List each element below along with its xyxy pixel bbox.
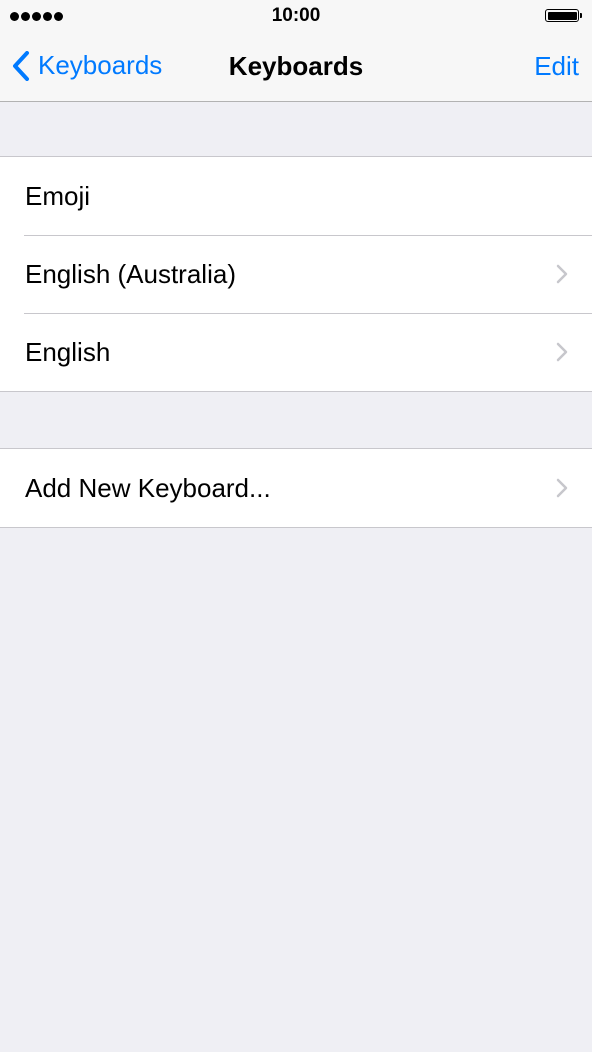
edit-button[interactable]: Edit — [534, 51, 579, 82]
keyboard-label: Emoji — [25, 181, 91, 211]
keyboards-list: Emoji English (Australia) English — [0, 156, 592, 392]
chevron-right-icon — [556, 264, 568, 284]
keyboard-row-emoji[interactable]: Emoji — [0, 157, 592, 235]
keyboard-row-english-australia[interactable]: English (Australia) — [0, 235, 592, 313]
status-bar: 10:00 — [0, 0, 592, 34]
chevron-right-icon — [556, 478, 568, 498]
navigation-bar: Keyboards Keyboards Edit — [0, 34, 592, 102]
chevron-right-icon — [556, 342, 568, 362]
add-keyboard-group: Add New Keyboard... — [0, 448, 592, 528]
status-time: 10:00 — [271, 5, 321, 26]
keyboard-row-english[interactable]: English — [0, 313, 592, 391]
keyboard-label: English (Australia) — [25, 259, 236, 289]
add-new-keyboard-row[interactable]: Add New Keyboard... — [0, 449, 592, 527]
battery-full-icon — [545, 9, 582, 22]
page-title: Keyboards — [228, 51, 364, 81]
add-new-keyboard-label: Add New Keyboard... — [25, 473, 271, 503]
keyboard-label: English — [25, 337, 111, 367]
